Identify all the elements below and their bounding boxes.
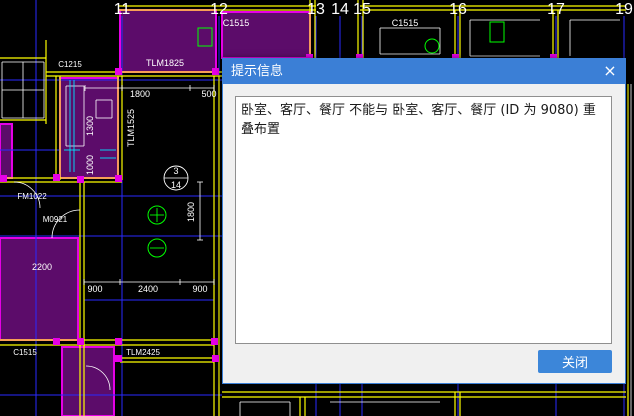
dimension-text: 900: [87, 284, 102, 294]
structural-column: [53, 338, 60, 345]
structural-column: [77, 338, 84, 345]
dialog-title-bar[interactable]: 提示信息 ×: [223, 59, 625, 84]
axis-label: 12: [210, 1, 228, 18]
structural-column: [53, 174, 60, 181]
axis-label: 14: [331, 1, 349, 18]
message-text-box[interactable]: 卧室、客厅、餐厅 不能与 卧室、客厅、餐厅 (ID 为 9080) 重叠布置: [235, 96, 612, 344]
axis-label: 11: [114, 1, 131, 18]
dimension-text: 1000: [85, 155, 95, 175]
door-tag: TLM1825: [146, 58, 184, 68]
dimension-text: 1300: [85, 116, 95, 136]
detail-bubble-number: 3: [173, 166, 178, 176]
axis-label: 19: [615, 1, 633, 18]
dimension-text: 900: [192, 284, 207, 294]
dimension-text: 500: [201, 89, 216, 99]
structural-column: [212, 68, 219, 75]
structural-column: [77, 176, 84, 183]
dimension-text: 2400: [138, 284, 158, 294]
dimension-text: 1800: [186, 202, 196, 222]
dimension-text: 2200: [32, 262, 52, 272]
door-tag: FM1022: [17, 192, 47, 201]
structural-column: [115, 338, 122, 345]
room-area: [0, 237, 79, 341]
notice-dialog[interactable]: 提示信息 × 卧室、客厅、餐厅 不能与 卧室、客厅、餐厅 (ID 为 9080)…: [222, 58, 626, 384]
axis-label: 15: [353, 1, 371, 18]
close-button[interactable]: 关闭: [538, 350, 612, 373]
room-area: [61, 346, 115, 416]
structural-column: [212, 355, 219, 362]
door-tag: TLM2425: [126, 348, 160, 357]
axis-label: 16: [449, 1, 467, 18]
structural-column: [211, 338, 218, 345]
close-icon[interactable]: ×: [601, 59, 619, 84]
window-tag: C1515: [13, 348, 37, 357]
axis-label: 17: [547, 1, 565, 18]
dialog-title: 提示信息: [231, 64, 284, 79]
window-tag: C1515: [223, 18, 250, 28]
structural-column: [115, 355, 122, 362]
structural-column: [115, 175, 122, 182]
window-tag: C1515: [392, 18, 419, 28]
door-tag: TLM1525: [126, 109, 136, 147]
room-area: [0, 123, 13, 179]
dimension-text: 1800: [130, 89, 150, 99]
door-tag: M0921: [43, 215, 68, 224]
detail-bubble-sheet: 14: [171, 180, 181, 190]
cad-workspace[interactable]: 11 12 13 14 15 16 17 19 C1515 C1515 C121…: [0, 0, 634, 416]
axis-label: 13: [307, 1, 325, 18]
structural-column: [115, 68, 122, 75]
structural-column: [0, 175, 7, 182]
window-tag: C1215: [58, 60, 82, 69]
